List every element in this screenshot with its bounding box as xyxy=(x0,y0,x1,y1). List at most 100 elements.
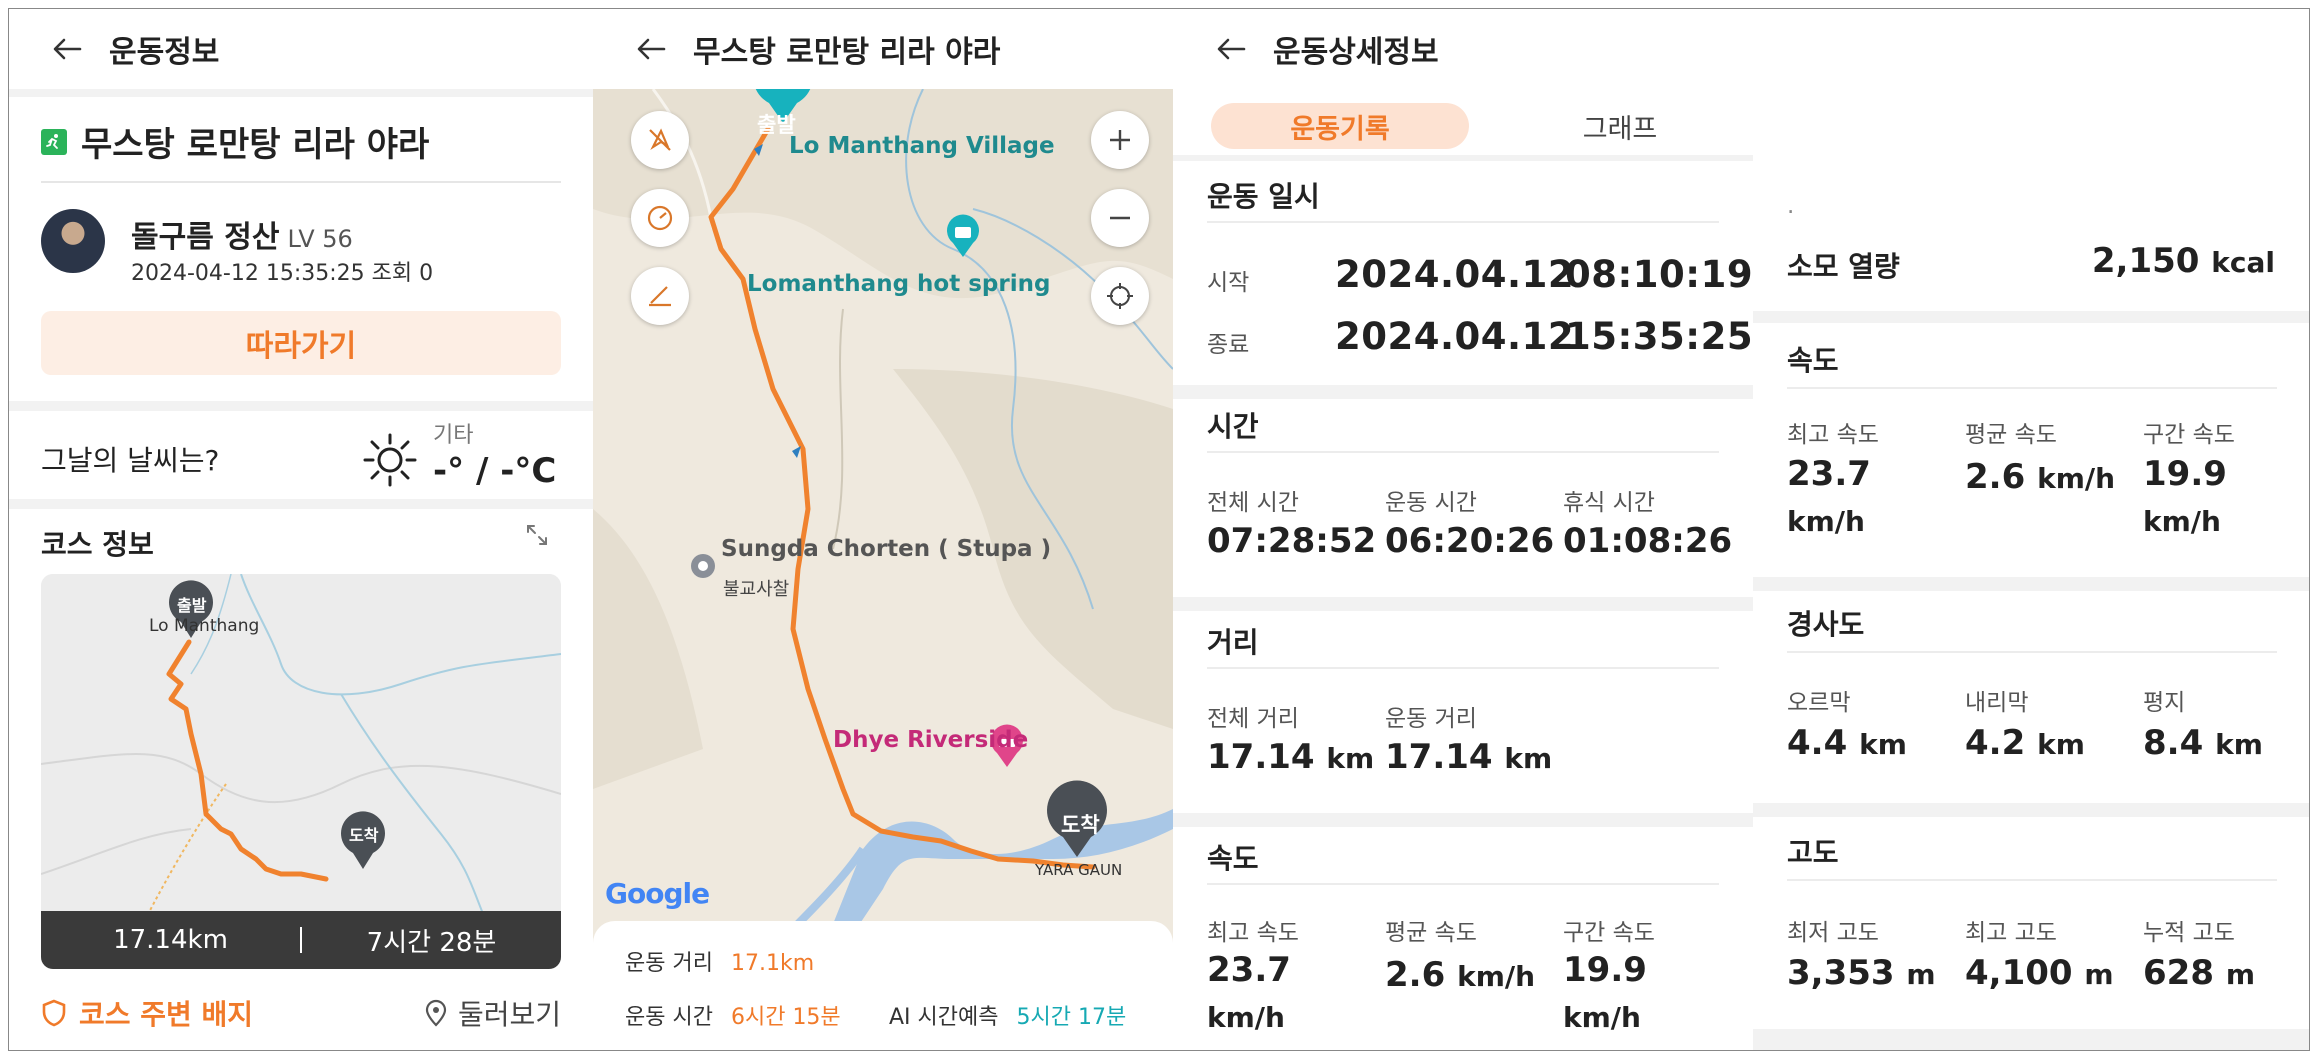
min-altitude-value: 3,353 m xyxy=(1787,953,1936,993)
calories-number: 2,150 xyxy=(2091,241,2200,281)
divider xyxy=(1753,803,2309,817)
yara-label: YARA GAUN xyxy=(1035,861,1123,879)
route-name: 무스탕 로만탕 리라 야라 xyxy=(81,125,430,165)
speedometer-icon[interactable] xyxy=(631,189,689,247)
sun-icon xyxy=(361,431,419,493)
expand-icon[interactable] xyxy=(525,523,549,551)
end-time: 15:35:25 xyxy=(1565,315,1753,358)
calories-value: 2,150 kcal xyxy=(2092,241,2275,281)
stupa-label: Sungda Chorten ( Stupa ) xyxy=(721,536,1052,562)
divider xyxy=(1787,651,2277,653)
start-time: 08:10:19 xyxy=(1565,253,1753,296)
downhill-number: 4.2 xyxy=(1965,723,2026,763)
header: 무스탕 로만탕 리라 야라 xyxy=(593,9,1173,89)
slope-icon[interactable] xyxy=(631,267,689,325)
exercise-detail-panel: 운동상세정보 운동기록 그래프 운동 일시 시작 2024.04.12 08:1… xyxy=(1173,9,1753,1050)
end-date: 2024.04.12 xyxy=(1335,315,1575,358)
look-around-link[interactable]: 둘러보기 xyxy=(424,993,561,1033)
end-pin-label: 도착 xyxy=(1061,813,1100,837)
mini-duration: 7시간 28분 xyxy=(366,927,497,958)
max-speed-value: 23.7 km/h xyxy=(1207,947,1367,1041)
flat-number: 8.4 xyxy=(2143,723,2204,763)
tab-graph[interactable]: 그래프 xyxy=(1491,103,1749,149)
distance-row: 운동 거리 17.1km xyxy=(625,945,814,977)
divider xyxy=(1753,311,2309,323)
ai-estimate-label: AI 시간예측 xyxy=(889,1005,999,1030)
course-mini-map[interactable]: 출발 Lo Manthang 도착 17.14km 7시간 28분 xyxy=(41,574,561,969)
divider xyxy=(1173,813,1753,827)
avg-speed-unit: km/h xyxy=(1457,960,1536,993)
scroll-dot: . xyxy=(1787,193,1795,219)
divider xyxy=(41,181,561,183)
google-logo: Google xyxy=(605,877,710,910)
no-navigation-icon[interactable] xyxy=(631,111,689,169)
uphill-unit: km xyxy=(1859,728,1907,761)
mini-map-canvas xyxy=(41,574,561,969)
time-label: 운동 시간 xyxy=(625,1005,713,1030)
datetime-title: 운동 일시 xyxy=(1207,180,1320,213)
locate-me-icon[interactable] xyxy=(1091,267,1149,325)
tab-bar: 운동기록 그래프 xyxy=(1173,89,1753,161)
time-value: 6시간 15분 xyxy=(730,1005,841,1030)
mini-map-summary-bar: 17.14km 7시간 28분 xyxy=(41,911,561,969)
calories-label: 소모 열량 xyxy=(1787,250,1900,283)
total-distance-label: 전체 거리 xyxy=(1207,706,1299,732)
avatar[interactable] xyxy=(41,209,105,273)
uphill-number: 4.4 xyxy=(1787,723,1848,763)
divider xyxy=(1207,221,1719,223)
avg-speed-label: 평균 속도 xyxy=(1385,920,1477,946)
riverside-label: Dhye Riverside xyxy=(833,727,1029,753)
exercise-time-label: 운동 시간 xyxy=(1385,490,1477,516)
section-speed-unit: km/h xyxy=(2143,505,2221,538)
min-altitude-number: 3,353 xyxy=(1787,953,1895,993)
ai-estimate-row: AI 시간예측 5시간 17분 xyxy=(889,999,1126,1031)
page-title: 무스탕 로만탕 리라 야라 xyxy=(693,35,1001,70)
min-altitude-label: 최저 고도 xyxy=(1787,920,1879,946)
zoom-out-icon[interactable] xyxy=(1091,189,1149,247)
avg-speed-unit: km/h xyxy=(2037,462,2116,495)
stupa-poi-icon xyxy=(691,554,715,578)
place-label: Lo Manthang xyxy=(149,616,260,636)
total-distance-number: 17.14 xyxy=(1207,737,1315,777)
nearby-badge-label: 코스 주변 배지 xyxy=(79,998,254,1031)
altitude-title: 고도 xyxy=(1787,836,1839,869)
follow-button[interactable]: 따라가기 xyxy=(41,311,561,375)
divider xyxy=(1207,883,1719,885)
nearby-badge-link[interactable]: 코스 주변 배지 xyxy=(41,993,253,1033)
end-pin-label: 도착 xyxy=(349,826,379,845)
speed-title: 속도 xyxy=(1787,344,1839,377)
uphill-value: 4.4 km xyxy=(1787,723,1907,763)
calories-unit: kcal xyxy=(2211,246,2275,279)
uphill-label: 오르막 xyxy=(1787,690,1851,716)
route-map-panel: 무스탕 로만탕 리라 야라 출발 Lo Manthang Village Lom… xyxy=(593,9,1173,1050)
total-distance-unit: km xyxy=(1326,742,1375,775)
back-arrow-icon[interactable] xyxy=(1211,29,1251,69)
distance-value: 17.1km xyxy=(730,951,815,976)
running-icon xyxy=(41,128,67,155)
back-arrow-icon[interactable] xyxy=(631,29,671,69)
back-arrow-icon[interactable] xyxy=(47,29,87,69)
hot-spring-label: Lomanthang hot spring xyxy=(747,271,1051,297)
max-speed-label: 최고 속도 xyxy=(1207,920,1299,946)
max-altitude-unit: m xyxy=(2084,958,2114,991)
max-altitude-number: 4,100 xyxy=(1965,953,2073,993)
section-speed-number: 19.9 xyxy=(2143,454,2227,494)
avg-speed-value: 2.6 km/h xyxy=(1965,457,2115,497)
user-name[interactable]: 돌구름 정산 LV 56 xyxy=(131,212,353,256)
post-meta: 2024-04-12 15:35:25 조회 0 xyxy=(131,261,434,286)
flat-value: 8.4 km xyxy=(2143,723,2263,763)
zoom-in-icon[interactable] xyxy=(1091,111,1149,169)
page-title: 운동정보 xyxy=(109,35,220,70)
max-speed-number: 23.7 xyxy=(1787,454,1871,494)
look-around-label: 둘러보기 xyxy=(457,998,561,1031)
avg-speed-value: 2.6 km/h xyxy=(1385,955,1535,995)
page-title: 운동상세정보 xyxy=(1273,35,1439,70)
divider xyxy=(9,89,593,97)
tab-record[interactable]: 운동기록 xyxy=(1211,103,1469,149)
exercise-distance-label: 운동 거리 xyxy=(1385,706,1477,732)
section-speed-value: 19.9 km/h xyxy=(2143,451,2303,545)
exercise-time-value: 06:20:26 xyxy=(1385,521,1555,561)
cumulative-altitude-unit: m xyxy=(2225,958,2256,991)
route-summary-card: 운동 거리 17.1km 운동 시간 6시간 15분 AI 시간예측 5시간 17분 xyxy=(593,921,1173,1050)
flat-unit: km xyxy=(2215,728,2263,761)
